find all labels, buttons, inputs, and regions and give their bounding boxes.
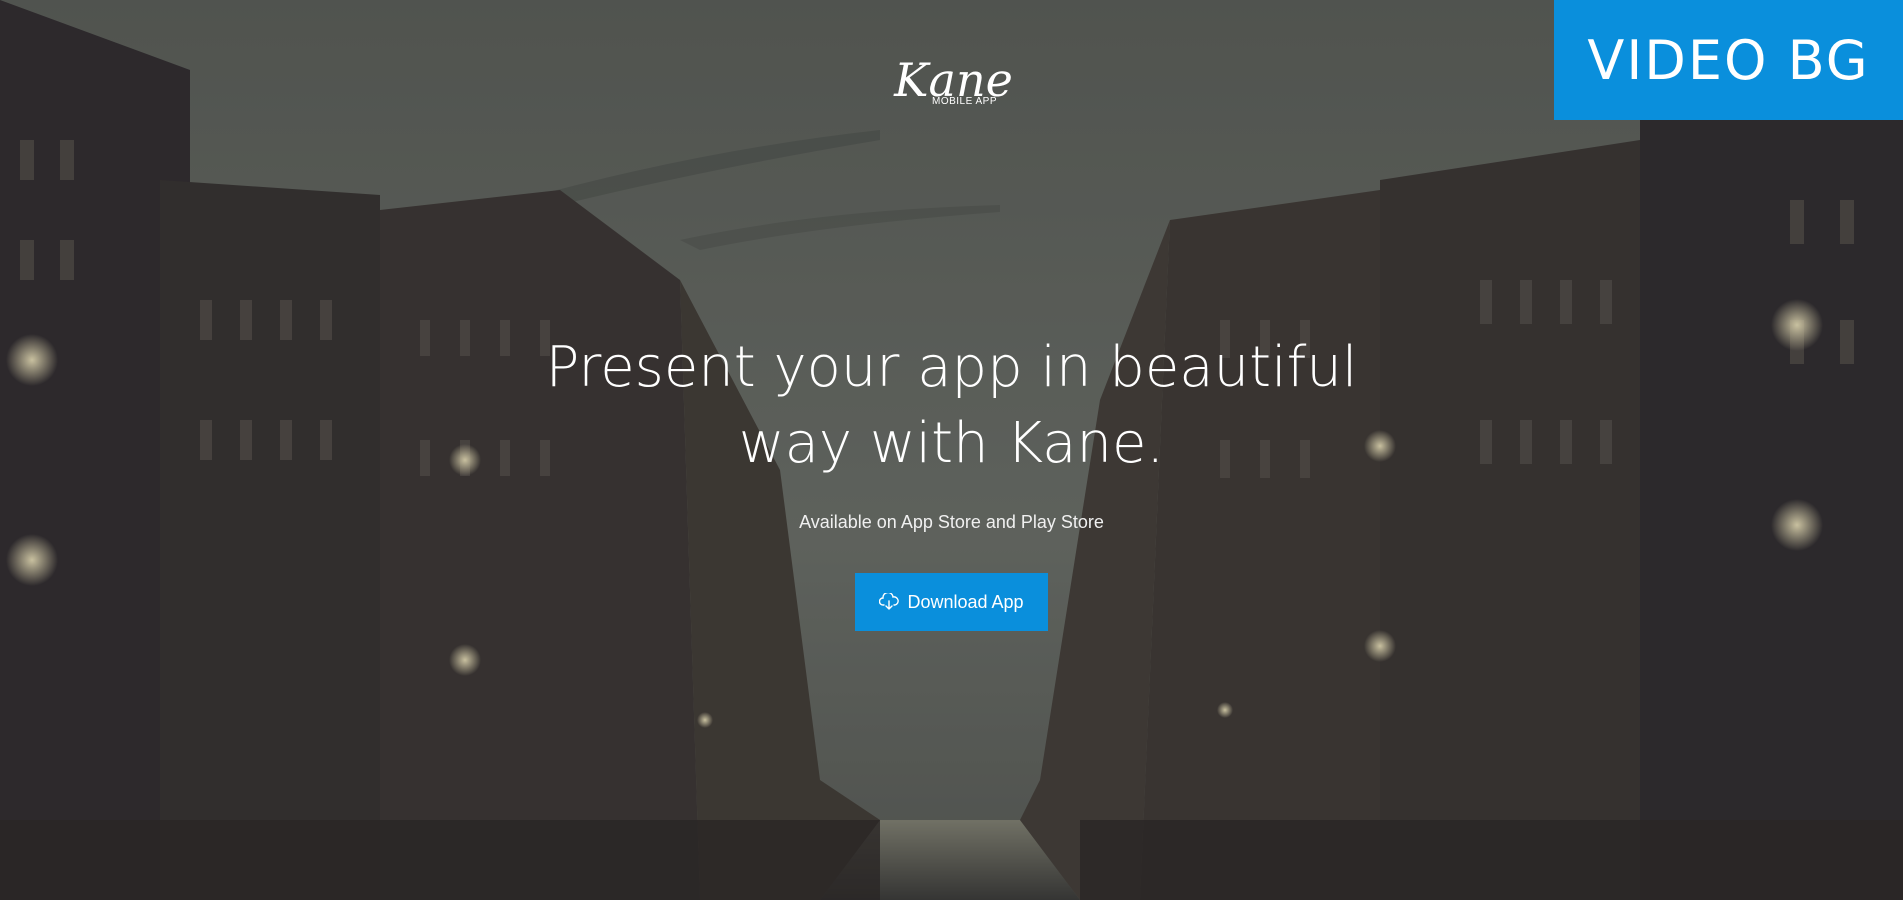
headline-line-1: Present your app in beautiful (545, 335, 1358, 400)
cloud-download-icon (879, 593, 900, 610)
video-bg-label: VIDEO BG (1587, 28, 1870, 92)
download-app-button[interactable]: Download App (855, 573, 1048, 631)
logo-wordmark: Kane (894, 53, 1013, 107)
hero-subtitle: Available on App Store and Play Store (799, 512, 1104, 532)
headline-line-2: way with Kane. (738, 411, 1165, 476)
hero-headline: Present your app in beautiful way with K… (0, 330, 1903, 482)
video-bg-badge: VIDEO BG (1554, 0, 1903, 120)
hero-section: VIDEO BG Kane MOBILE APP Present your ap… (0, 0, 1903, 900)
download-app-label: Download App (907, 591, 1024, 612)
